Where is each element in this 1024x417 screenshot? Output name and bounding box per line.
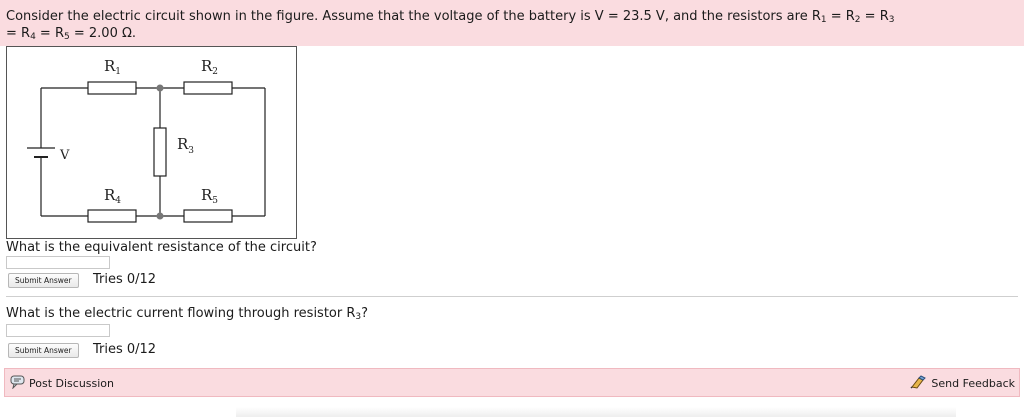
r2-label: R2 [201,57,218,77]
question-2-tries: Tries 0/12 [93,342,157,357]
discussion-icon [10,375,26,392]
send-feedback-link[interactable]: Send Feedback [910,375,1015,392]
r4-label: R4 [104,186,121,206]
problem-statement: Consider the electric circuit shown in t… [6,9,895,42]
post-discussion-link[interactable]: Post Discussion [10,375,114,392]
circuit-figure: R1 R2 R3 R4 R5 V [6,46,297,239]
battery-label: V [59,148,70,163]
question-divider [6,296,1018,297]
question-2-submit-button[interactable]: Submit Answer [8,343,79,358]
post-discussion-label: Post Discussion [29,377,115,390]
r5-label: R5 [201,186,218,206]
r1-label: R1 [104,57,121,77]
question-2-answer-input[interactable] [6,324,110,337]
r3-label: R3 [177,135,194,156]
feedback-icon [910,375,928,392]
page-shadow [236,407,956,417]
footer-bar: Post Discussion Send Feedback [4,368,1020,397]
question-1-text: What is the equivalent resistance of the… [6,240,317,255]
question-1-answer-input[interactable] [6,256,110,269]
question-1-tries: Tries 0/12 [93,272,157,287]
circuit-diagram: R1 R2 R3 R4 R5 V [27,57,266,223]
question-2-text: What is the electric current flowing thr… [6,306,369,322]
send-feedback-label: Send Feedback [931,377,1015,390]
question-1-submit-button[interactable]: Submit Answer [8,273,79,288]
